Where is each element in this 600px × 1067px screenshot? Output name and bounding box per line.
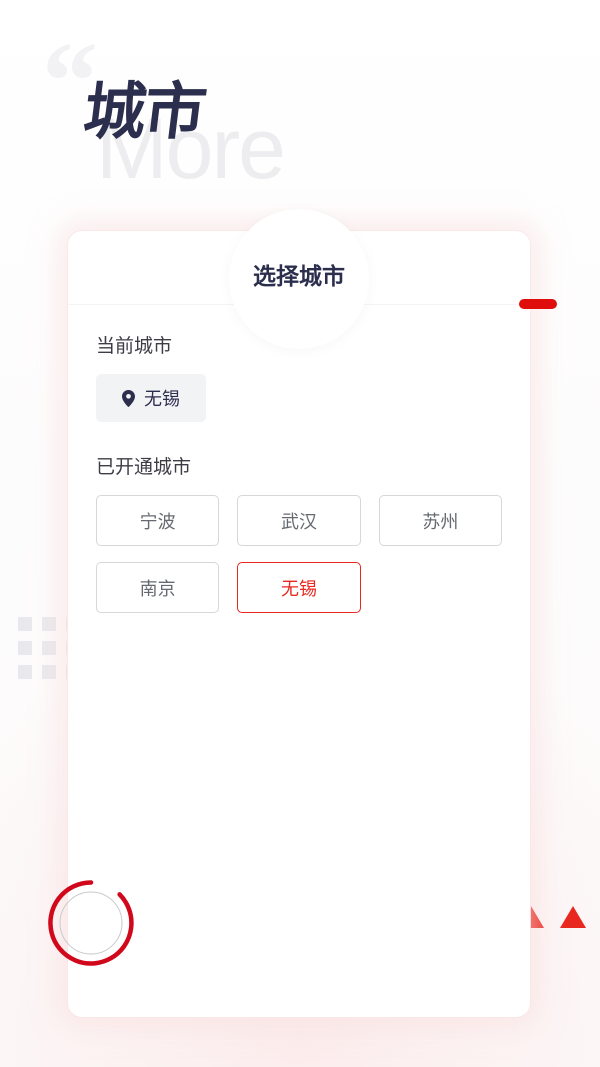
city-picker-card: 选择城市 当前城市 无锡 已开通城市 宁波 武汉 苏州 南京 无锡 [68, 209, 530, 1017]
city-button-selected[interactable]: 无锡 [237, 562, 361, 613]
card-header: 选择城市 [68, 209, 530, 349]
hero-header: “ More 城市 [0, 0, 600, 230]
city-button[interactable]: 宁波 [96, 495, 220, 546]
open-cities-label: 已开通城市 [96, 457, 192, 478]
dot-square [42, 665, 56, 679]
dot-square [42, 617, 56, 631]
city-button[interactable]: 苏州 [378, 495, 502, 546]
dot-square [18, 665, 32, 679]
card-header-title: 选择城市 [253, 263, 345, 289]
dot-square [18, 641, 32, 655]
card-body: 当前城市 无锡 已开通城市 宁波 武汉 苏州 南京 无锡 [68, 305, 530, 613]
loading-spinner-icon [48, 880, 134, 966]
red-accent-tab [519, 299, 557, 309]
page-title: 城市 [79, 78, 209, 147]
city-grid: 宁波 武汉 苏州 南京 无锡 [96, 495, 502, 613]
triangle-icon [560, 906, 586, 928]
triangle-row-decoration [518, 906, 600, 928]
current-city-pill[interactable]: 无锡 [96, 374, 206, 422]
city-button[interactable]: 南京 [96, 562, 220, 613]
city-button[interactable]: 武汉 [237, 495, 361, 546]
dot-square [42, 641, 56, 655]
location-pin-icon [122, 389, 135, 407]
current-city-value: 无锡 [144, 389, 180, 409]
dot-square [18, 617, 32, 631]
